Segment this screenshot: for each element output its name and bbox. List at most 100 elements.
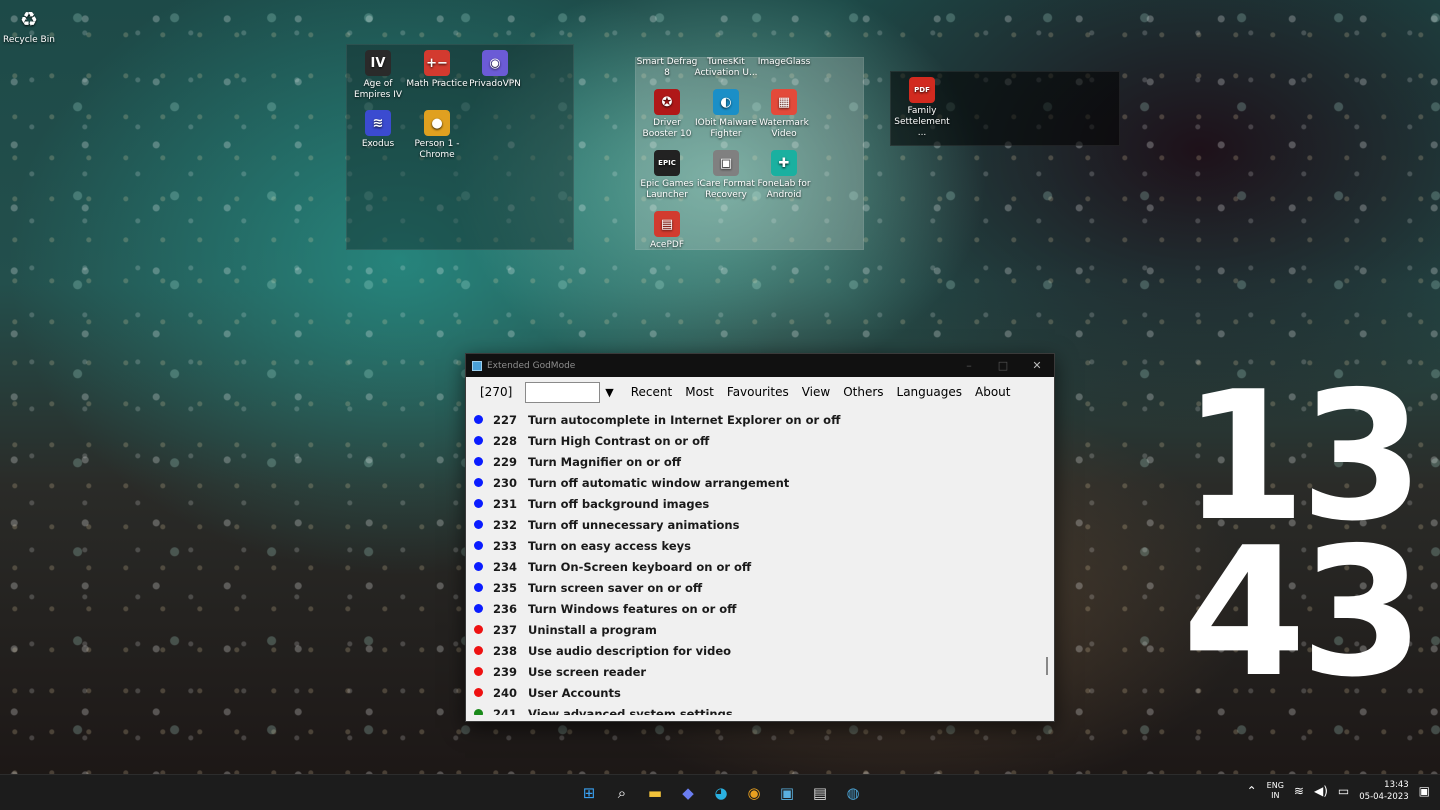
- item-label: Use screen reader: [528, 664, 647, 679]
- item-label: Uninstall a program: [528, 622, 657, 637]
- desktop-shortcut[interactable]: ImageGlass: [752, 57, 816, 68]
- title-bar[interactable]: Extended GodMode – □ ✕: [466, 354, 1054, 377]
- volume-icon[interactable]: ◀): [1314, 784, 1328, 798]
- status-dot-icon: [474, 583, 483, 592]
- item-number: 230: [492, 475, 517, 490]
- item-label: Turn autocomplete in Internet Explorer o…: [528, 412, 841, 427]
- privadovpn-icon: ◉: [482, 50, 508, 76]
- desktop-shortcut-label: Math Practice: [406, 79, 468, 89]
- menu-most[interactable]: Most: [685, 385, 714, 399]
- network-app-button[interactable]: ◍: [841, 781, 865, 805]
- status-dot-icon: [474, 625, 483, 634]
- notepad-button[interactable]: ▤: [808, 781, 832, 805]
- item-number: 235: [492, 580, 517, 595]
- desktop-shortcut-label: IObit Malware Fighter: [694, 118, 758, 139]
- notification-icon[interactable]: ▣: [1419, 784, 1430, 798]
- list-item[interactable]: 232 Turn off unnecessary animations: [466, 514, 1044, 535]
- language-code: ENG: [1266, 781, 1284, 790]
- chevron-down-icon[interactable]: ▼: [605, 386, 613, 399]
- item-label: Turn on easy access keys: [528, 538, 691, 553]
- list-item[interactable]: 239 Use screen reader: [466, 661, 1044, 682]
- edge-button[interactable]: ◕: [709, 781, 733, 805]
- chevron-up-icon[interactable]: ⌃: [1247, 784, 1257, 798]
- desktop-shortcut[interactable]: +− Math Practice: [405, 50, 469, 90]
- desktop-shortcut-label: PrivadoVPN: [469, 79, 521, 89]
- desktop-shortcut[interactable]: ▦ Watermark Video: [752, 89, 816, 140]
- menu-about[interactable]: About: [975, 385, 1010, 399]
- iobit-malware-fighter-icon: ◐: [713, 89, 739, 115]
- desktop-shortcut[interactable]: ◐ IObit Malware Fighter: [694, 89, 758, 140]
- search-button[interactable]: ⌕: [610, 781, 634, 805]
- search-input[interactable]: [525, 381, 601, 403]
- menu-recent[interactable]: Recent: [631, 385, 672, 399]
- desktop-shortcut[interactable]: ✪ Driver Booster 10: [635, 89, 699, 140]
- minimize-icon[interactable]: –: [952, 359, 986, 372]
- window-title: Extended GodMode: [487, 360, 576, 371]
- epic-games-icon: EPIC: [654, 150, 680, 176]
- copilot-button[interactable]: ◆: [676, 781, 700, 805]
- list-item[interactable]: 228 Turn High Contrast on or off: [466, 430, 1044, 451]
- chrome-button[interactable]: ◉: [742, 781, 766, 805]
- language-indicator[interactable]: ENG IN: [1267, 781, 1284, 801]
- status-dot-icon: [474, 457, 483, 466]
- list-item[interactable]: 241 View advanced system settings: [466, 703, 1044, 715]
- desktop-shortcut[interactable]: EPIC Epic Games Launcher: [635, 150, 699, 201]
- status-dot-icon: [474, 436, 483, 445]
- desktop-shortcut[interactable]: ✚ FoneLab for Android: [752, 150, 816, 201]
- item-number: 240: [492, 685, 517, 700]
- desktop-shortcut-label: Driver Booster 10: [642, 118, 692, 139]
- desktop-shortcut[interactable]: TunesKit Activation U...: [694, 57, 758, 79]
- desktop-shortcut[interactable]: IV Age of Empires IV: [346, 50, 410, 101]
- start-button[interactable]: ⊞: [577, 781, 601, 805]
- desktop-shortcut[interactable]: Smart Defrag 8: [635, 57, 699, 79]
- menu-view[interactable]: View: [802, 385, 830, 399]
- math-practice-icon: +−: [424, 50, 450, 76]
- close-icon[interactable]: ✕: [1020, 359, 1054, 372]
- desktop-shortcut[interactable]: ▣ iCare Format Recovery: [694, 150, 758, 201]
- list-item[interactable]: 238 Use audio description for video: [466, 640, 1044, 661]
- status-dot-icon: [474, 520, 483, 529]
- scrollbar[interactable]: [1044, 412, 1050, 712]
- menu-languages[interactable]: Languages: [897, 385, 962, 399]
- list-item[interactable]: 234 Turn On-Screen keyboard on or off: [466, 556, 1044, 577]
- menu-others[interactable]: Others: [843, 385, 883, 399]
- menu-favourites[interactable]: Favourites: [727, 385, 789, 399]
- item-label: Use audio description for video: [528, 643, 732, 658]
- list-item[interactable]: 229 Turn Magnifier on or off: [466, 451, 1044, 472]
- pdf-file-icon: PDF: [909, 77, 935, 103]
- desktop-shortcut-label: Age of Empires IV: [353, 79, 403, 100]
- desktop-shortcut-label: AcePDF: [649, 240, 685, 250]
- desktop-shortcut[interactable]: ● Person 1 - Chrome: [405, 110, 469, 161]
- system-tray: ⌃ ENG IN ≋ ◀) ▭ 13:43 05-04-2023 ▣: [1247, 779, 1430, 803]
- maximize-icon[interactable]: □: [986, 359, 1020, 372]
- recycle-bin-shortcut[interactable]: ♻ Recycle Bin: [0, 6, 61, 46]
- desktop-shortcut-label: FoneLab for Android: [757, 179, 811, 200]
- item-label: Turn off automatic window arrangement: [528, 475, 790, 490]
- tray-date: 05-04-2023: [1359, 792, 1409, 802]
- list-item[interactable]: 237 Uninstall a program: [466, 619, 1044, 640]
- exodus-icon: ≋: [365, 110, 391, 136]
- item-number: 236: [492, 601, 517, 616]
- list-item[interactable]: 240 User Accounts: [466, 682, 1044, 703]
- control-panel-button[interactable]: ▣: [775, 781, 799, 805]
- list-item[interactable]: 236 Turn Windows features on or off: [466, 598, 1044, 619]
- item-number: 229: [492, 454, 517, 469]
- desktop-shortcut[interactable]: ◉ PrivadoVPN: [463, 50, 527, 90]
- file-explorer-button[interactable]: ▬: [643, 781, 667, 805]
- item-number: 227: [492, 412, 517, 427]
- desktop-shortcut[interactable]: ≋ Exodus: [346, 110, 410, 150]
- list-item[interactable]: 230 Turn off automatic window arrangement: [466, 472, 1044, 493]
- list-item[interactable]: 227 Turn autocomplete in Internet Explore…: [466, 409, 1044, 430]
- desktop-shortcut[interactable]: PDF Family Settelement ...: [890, 77, 954, 139]
- list-item[interactable]: 231 Turn off background images: [466, 493, 1044, 514]
- desktop-shortcut[interactable]: ▤ AcePDF: [635, 211, 699, 251]
- list-item[interactable]: 235 Turn screen saver on or off: [466, 577, 1044, 598]
- clock-tray[interactable]: 13:43 05-04-2023: [1359, 779, 1408, 803]
- item-label: Turn off unnecessary animations: [528, 517, 740, 532]
- item-label: Turn High Contrast on or off: [528, 433, 710, 448]
- battery-icon[interactable]: ▭: [1338, 784, 1349, 798]
- icare-format-recovery-icon: ▣: [713, 150, 739, 176]
- wifi-icon[interactable]: ≋: [1294, 784, 1304, 798]
- list-item[interactable]: 233 Turn on easy access keys: [466, 535, 1044, 556]
- scrollbar-thumb[interactable]: [1046, 657, 1048, 675]
